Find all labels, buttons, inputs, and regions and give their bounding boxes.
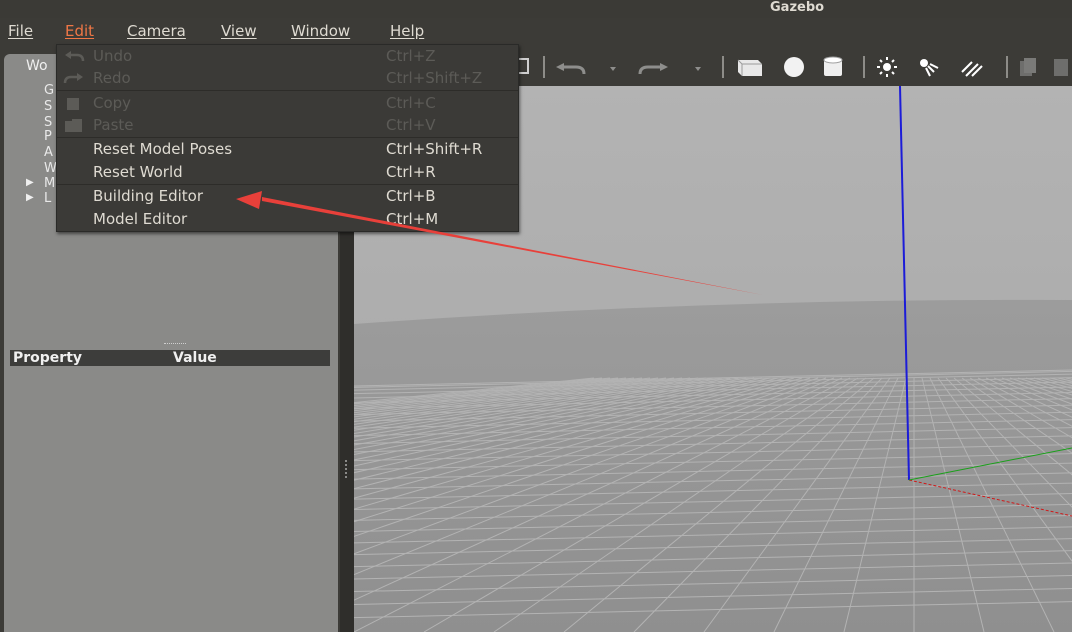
- menu-item-label: Copy: [93, 94, 132, 112]
- paste-icon[interactable]: [1050, 56, 1072, 78]
- tree-item-lights[interactable]: L: [44, 192, 51, 205]
- menu-help[interactable]: Help: [390, 18, 424, 44]
- value-column-header: Value: [173, 350, 217, 366]
- menu-item-shortcut: Ctrl+Shift+Z: [386, 69, 483, 87]
- paste-icon: [65, 119, 82, 132]
- menu-item-label: Reset World: [93, 163, 183, 181]
- undo-icon[interactable]: [554, 59, 588, 75]
- directional-light-icon[interactable]: [956, 56, 986, 78]
- tree-item-models[interactable]: M: [44, 177, 55, 190]
- menu-item-shortcut: Ctrl+C: [386, 94, 436, 112]
- redo-icon: [63, 73, 83, 84]
- menu-item-label: Building Editor: [93, 187, 204, 205]
- tree-item[interactable]: S: [44, 116, 52, 129]
- menu-item-label: Paste: [93, 116, 134, 134]
- menu-item-paste[interactable]: Paste Ctrl+V: [57, 114, 518, 136]
- menu-item-building-editor[interactable]: Building Editor Ctrl+B: [57, 185, 518, 207]
- cylinder-shape-icon[interactable]: [820, 56, 846, 78]
- menu-item-reset-model-poses[interactable]: Reset Model Poses Ctrl+Shift+R: [57, 138, 518, 160]
- toolbar-separator: [863, 56, 865, 78]
- menu-item-redo[interactable]: Redo Ctrl+Shift+Z: [57, 67, 518, 89]
- menu-item-label: Reset Model Poses: [93, 140, 233, 158]
- copy-icon[interactable]: [1016, 56, 1040, 78]
- menu-item-copy[interactable]: Copy Ctrl+C: [57, 92, 518, 114]
- menu-item-label: Redo: [93, 69, 131, 87]
- redo-history-dropdown-icon[interactable]: [694, 66, 702, 72]
- spot-light-icon[interactable]: [916, 56, 944, 78]
- menubar: File Edit Camera View Window Help: [0, 18, 1072, 44]
- menu-item-label: Undo: [93, 47, 133, 65]
- tree-item[interactable]: S: [44, 100, 52, 113]
- menu-item-reset-world[interactable]: Reset World Ctrl+R: [57, 161, 518, 183]
- box-shape-icon[interactable]: [732, 56, 764, 78]
- toolbar-separator: [722, 56, 724, 78]
- redo-icon[interactable]: [638, 59, 672, 75]
- sphere-shape-icon[interactable]: [778, 56, 810, 78]
- menu-item-shortcut: Ctrl+B: [386, 187, 436, 205]
- menu-item-shortcut: Ctrl+M: [386, 210, 439, 228]
- undo-history-dropdown-icon[interactable]: [609, 66, 617, 72]
- menu-view[interactable]: View: [221, 18, 257, 44]
- point-light-icon[interactable]: [874, 56, 900, 78]
- property-table-header: Property Value: [10, 350, 330, 366]
- menu-item-shortcut: Ctrl+R: [386, 163, 436, 181]
- menu-window[interactable]: Window: [291, 18, 350, 44]
- toolbar-separator: [1006, 56, 1008, 78]
- window-titlebar: Gazebo: [0, 0, 1072, 18]
- edit-menu-dropdown: Undo Ctrl+Z Redo Ctrl+Shift+Z Copy Ctrl+…: [56, 44, 519, 232]
- menu-item-shortcut: Ctrl+V: [386, 116, 436, 134]
- property-column-header: Property: [13, 350, 83, 366]
- menu-file[interactable]: File: [8, 18, 33, 44]
- tree-item[interactable]: W: [44, 162, 57, 175]
- toolbar-separator: [543, 56, 545, 78]
- menu-item-shortcut: Ctrl+Shift+R: [386, 140, 483, 158]
- panel-splitter-handle[interactable]: [164, 343, 186, 347]
- menu-item-model-editor[interactable]: Model Editor Ctrl+M: [57, 208, 518, 230]
- menu-item-shortcut: Ctrl+Z: [386, 47, 436, 65]
- menu-separator: [57, 90, 518, 91]
- window-title: Gazebo: [770, 0, 825, 15]
- tree-item[interactable]: P: [44, 130, 52, 143]
- menu-camera[interactable]: Camera: [127, 18, 186, 44]
- expand-arrow-icon[interactable]: ▶: [26, 192, 34, 203]
- menu-item-undo[interactable]: Undo Ctrl+Z: [57, 45, 518, 67]
- splitter-grip-icon[interactable]: [345, 460, 349, 478]
- tree-item[interactable]: G: [44, 84, 54, 97]
- menu-edit[interactable]: Edit: [65, 18, 94, 44]
- undo-icon: [65, 51, 85, 62]
- expand-arrow-icon[interactable]: ▶: [26, 177, 34, 188]
- menu-item-label: Model Editor: [93, 210, 188, 228]
- copy-icon: [67, 98, 79, 110]
- tree-item[interactable]: A: [44, 146, 53, 159]
